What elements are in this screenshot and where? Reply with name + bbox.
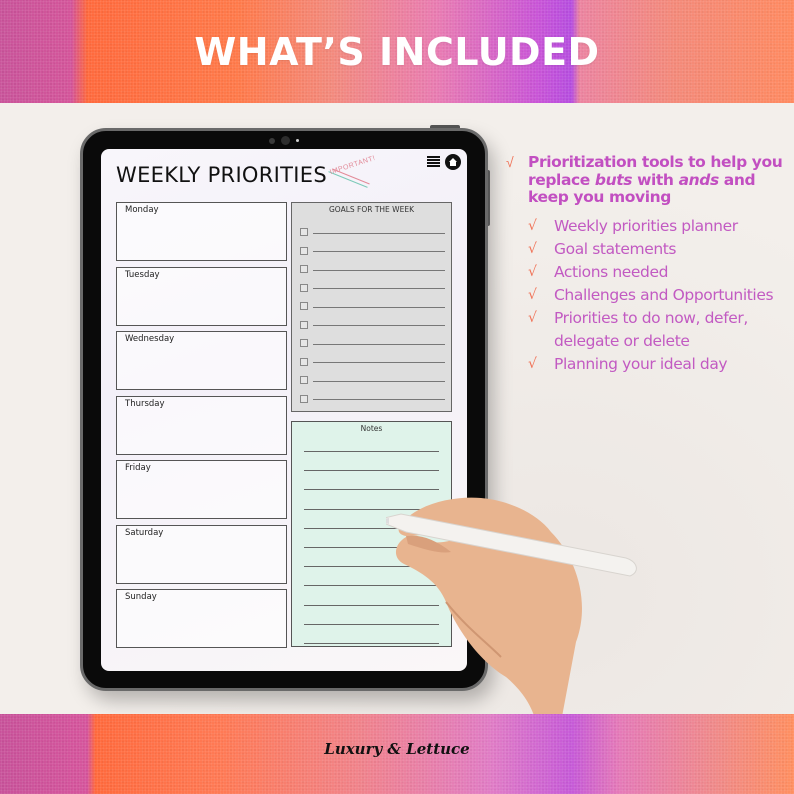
- camera-array: [83, 136, 485, 145]
- note-line: [304, 547, 439, 548]
- check-icon: √: [528, 286, 537, 303]
- goal-input-line[interactable]: [313, 306, 445, 308]
- day-box-friday[interactable]: Friday: [116, 460, 287, 519]
- day-box-sunday[interactable]: Sunday: [116, 589, 287, 648]
- home-icon[interactable]: [445, 154, 461, 170]
- feature-item: √ Actions needed: [528, 261, 790, 284]
- check-icon: √: [528, 309, 537, 326]
- day-label: Saturday: [125, 527, 164, 538]
- check-icon: √: [528, 355, 537, 372]
- goal-checkbox[interactable]: [300, 302, 308, 310]
- goal-row: [300, 246, 445, 256]
- feature-item-text: Challenges and Opportunities: [554, 285, 774, 304]
- goal-row: [300, 227, 445, 237]
- goal-row: [300, 283, 445, 293]
- goal-row: [300, 375, 445, 385]
- notes-heading: Notes: [360, 424, 383, 433]
- day-label: Wednesday: [125, 334, 175, 344]
- notes-section[interactable]: Notes: [291, 421, 452, 647]
- goal-input-line[interactable]: [313, 251, 445, 252]
- goal-checkbox[interactable]: [300, 246, 308, 255]
- goal-input-line[interactable]: [313, 380, 445, 382]
- goal-checkbox[interactable]: [300, 357, 308, 366]
- feature-sub-list: √ Weekly priorities planner √ Goal statemen…: [500, 215, 790, 376]
- day-box-wednesday[interactable]: Wednesday: [116, 331, 287, 390]
- day-label: Friday: [125, 463, 151, 473]
- note-line: [304, 566, 439, 568]
- feature-item: √ Goal statements: [528, 238, 790, 261]
- check-icon: √: [528, 240, 537, 257]
- feature-item-text: Weekly priorities planner: [554, 216, 738, 235]
- note-line: [304, 527, 439, 529]
- check-icon: √: [528, 263, 537, 280]
- feature-item-text: Planning your ideal day: [554, 354, 728, 373]
- important-stamp: IMPORTANT!: [329, 154, 377, 177]
- camera-icon: [281, 136, 290, 145]
- goal-input-line[interactable]: [313, 362, 445, 363]
- day-box-monday[interactable]: Monday: [116, 202, 287, 261]
- note-line: [304, 585, 439, 587]
- note-line: [304, 643, 439, 644]
- feature-item: √ Challenges and Opportunities: [528, 284, 790, 307]
- goal-checkbox[interactable]: [300, 376, 308, 384]
- feature-item: √ Priorities to do now, defer, delegate o…: [528, 307, 790, 353]
- goal-checkbox[interactable]: [300, 283, 308, 292]
- goal-row: [300, 357, 445, 367]
- goal-checkbox[interactable]: [300, 228, 308, 236]
- goal-input-line[interactable]: [313, 232, 445, 234]
- menu-icon[interactable]: [427, 156, 440, 167]
- sensor-icon: [269, 137, 275, 144]
- note-line: [304, 508, 439, 510]
- note-line: [304, 451, 439, 452]
- note-line: [304, 623, 439, 625]
- tablet-device: WEEKLY PRIORITIES IMPORTANT! Monday Tuesd…: [80, 128, 488, 691]
- goal-input-line[interactable]: [313, 269, 445, 271]
- light-sensor-icon: [296, 139, 299, 142]
- check-icon: √: [528, 217, 537, 234]
- note-line: [304, 604, 439, 606]
- feature-item: √ Weekly priorities planner: [528, 215, 790, 238]
- day-box-saturday[interactable]: Saturday: [116, 524, 287, 584]
- goal-row: [300, 301, 445, 311]
- goal-input-line[interactable]: [313, 325, 445, 326]
- brand-logo: Luxury & Lettuce: [324, 740, 470, 758]
- goal-checkbox[interactable]: [300, 394, 308, 403]
- feature-item: √ Planning your ideal day: [528, 353, 790, 376]
- feature-item-text: Goal statements: [554, 239, 677, 258]
- day-label: Thursday: [125, 398, 165, 409]
- day-box-tuesday[interactable]: Tuesday: [116, 266, 287, 326]
- note-line: [304, 489, 439, 491]
- feature-main-text: Prioritization tools to help you replace…: [528, 153, 783, 206]
- goal-row: [300, 264, 445, 274]
- check-icon: √: [506, 154, 514, 170]
- goal-input-line[interactable]: [313, 399, 445, 400]
- note-line: [304, 470, 439, 472]
- day-box-thursday[interactable]: Thursday: [116, 395, 287, 455]
- goal-input-line[interactable]: [313, 343, 445, 345]
- planner-title: WEEKLY PRIORITIES: [116, 163, 327, 187]
- day-label: Monday: [125, 205, 159, 215]
- goals-heading: GOALS FOR THE WEEK: [328, 205, 414, 214]
- goal-checkbox[interactable]: [300, 265, 308, 273]
- goal-input-line[interactable]: [313, 288, 445, 289]
- goal-row: [300, 394, 445, 404]
- feature-list: √ Prioritization tools to help you repla…: [500, 153, 790, 376]
- page-title: WHAT’S INCLUDED: [194, 30, 600, 74]
- goals-section: GOALS FOR THE WEEK: [291, 202, 452, 412]
- day-label: Tuesday: [125, 269, 160, 280]
- feature-item-text: Actions needed: [554, 262, 669, 281]
- day-label: Sunday: [125, 592, 157, 602]
- feature-item-text: Priorities to do now, defer, delegate or…: [554, 308, 748, 350]
- feature-main-item: √ Prioritization tools to help you repla…: [500, 153, 790, 207]
- goal-checkbox[interactable]: [300, 320, 308, 329]
- goal-row: [300, 338, 445, 348]
- goal-checkbox[interactable]: [300, 339, 308, 347]
- goal-row: [300, 320, 445, 330]
- planner-screen: WEEKLY PRIORITIES IMPORTANT! Monday Tuesd…: [101, 149, 467, 671]
